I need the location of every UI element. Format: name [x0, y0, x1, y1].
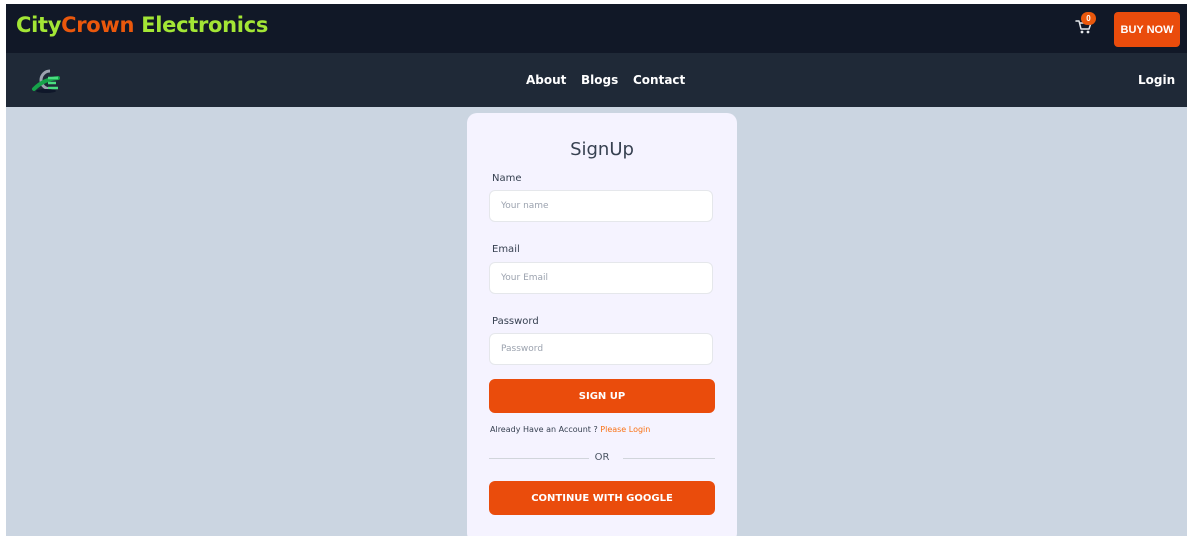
sign-up-button[interactable]: SIGN UP — [489, 379, 715, 413]
email-input[interactable] — [489, 262, 713, 294]
email-label: Email — [492, 244, 520, 255]
top-bar: CityCrown Electronics 0 BUY NOW — [6, 4, 1187, 53]
signup-title: SignUp — [570, 139, 634, 160]
login-prompt: Already Have an Account ? Please Login — [490, 425, 650, 434]
please-login-link[interactable]: Please Login — [600, 425, 650, 434]
password-label: Password — [492, 316, 539, 327]
nav-login-link[interactable]: Login — [1138, 73, 1175, 87]
buy-now-button[interactable]: BUY NOW — [1114, 12, 1180, 47]
brand-city: City — [16, 13, 62, 37]
login-prompt-text: Already Have an Account ? — [490, 425, 601, 434]
nav-bar: About Blogs Contact Login — [6, 53, 1187, 107]
page-frame: CityCrown Electronics 0 BUY NOW About Bl… — [6, 4, 1187, 536]
password-input[interactable] — [489, 333, 713, 365]
name-label: Name — [492, 173, 522, 184]
brand-title[interactable]: CityCrown Electronics — [16, 13, 268, 37]
nav-about-link[interactable]: About — [526, 73, 566, 87]
cart-count-badge: 0 — [1081, 12, 1096, 25]
brand-crown: Crown — [61, 13, 135, 37]
nav-blogs-link[interactable]: Blogs — [581, 73, 618, 87]
cc-logo-icon[interactable] — [30, 64, 64, 98]
divider-right — [623, 458, 715, 459]
continue-with-google-button[interactable]: CONTINUE WITH GOOGLE — [489, 481, 715, 515]
signup-card: SignUp Name Email Password SIGN UP Alrea… — [467, 113, 737, 536]
brand-electronics: Electronics — [134, 13, 269, 37]
nav-contact-link[interactable]: Contact — [633, 73, 685, 87]
name-input[interactable] — [489, 190, 713, 222]
